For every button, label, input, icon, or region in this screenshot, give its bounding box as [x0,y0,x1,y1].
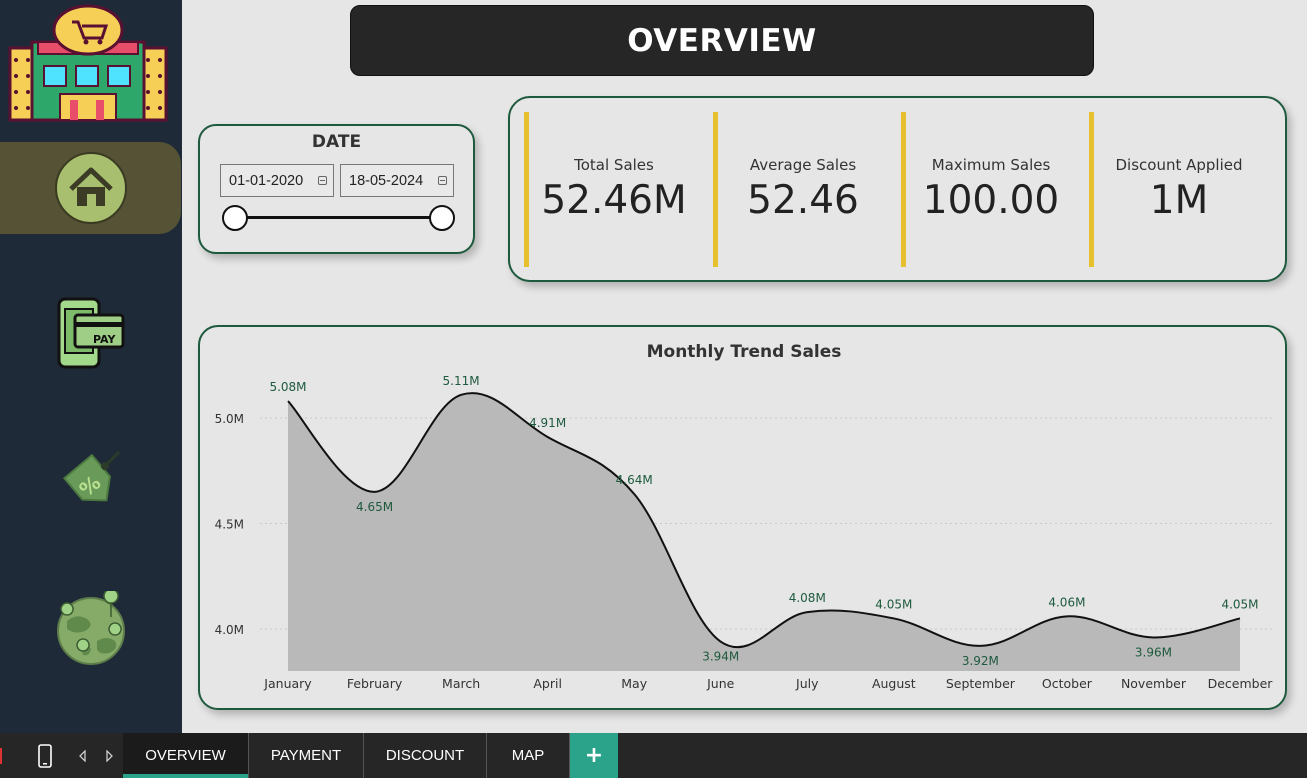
x-tick-label: December [1208,676,1274,691]
data-label: 5.11M [443,374,480,388]
monthly-trend-chart-card: Monthly Trend Sales 4.0M 4.5M 5.0M 5.08M 4.65… [198,325,1287,710]
date-range-end-handle[interactable] [429,205,455,231]
data-label: 4.65M [356,500,393,514]
x-tick-label: April [533,676,562,691]
store-logo-icon [8,4,168,122]
pay-badge: PAY [93,333,117,346]
sidebar-item-payment[interactable]: PAY [0,287,182,379]
data-label: 3.96M [1135,645,1172,659]
prev-page-icon[interactable] [72,733,94,778]
tab-discount[interactable]: DISCOUNT [364,733,487,778]
data-label: 3.92M [962,654,999,668]
calendar-icon[interactable] [318,176,327,185]
x-tick-label: February [347,676,403,691]
start-date-input[interactable]: 01-01-2020 [220,164,334,197]
x-tick-label: November [1121,676,1187,691]
kpi-label: Maximum Sales [931,156,1051,174]
date-range-start-handle[interactable] [222,205,248,231]
mobile-layout-icon[interactable] [30,733,60,778]
tab-bar-edge [0,733,8,778]
next-page-icon[interactable] [98,733,120,778]
x-tick-label: August [872,676,916,691]
x-tick-label: June [706,676,735,691]
x-tick-label: May [621,676,647,691]
kpi-maximum-sales: Maximum Sales 100.00 [901,112,1076,267]
kpi-value: 52.46 [747,178,859,223]
kpi-value: 100.00 [922,178,1060,223]
sidebar: PAY % [0,0,182,733]
kpi-value: 1M [1149,178,1209,223]
home-icon [54,152,127,224]
date-filter-title: DATE [311,132,362,152]
date-range-slider-track[interactable] [234,216,444,219]
data-label: 4.91M [529,416,566,430]
x-tick-label: July [795,676,819,691]
sidebar-item-home[interactable] [0,142,181,234]
data-label: 4.05M [1221,597,1258,611]
kpi-average-sales: Average Sales 52.46 [713,112,888,267]
data-label: 4.06M [1048,595,1085,609]
data-label: 5.08M [269,380,306,394]
x-tick-label: March [442,676,480,691]
tab-overview[interactable]: OVERVIEW [123,733,249,778]
sidebar-item-discount[interactable]: % [0,434,182,526]
page-title: OVERVIEW [627,22,817,59]
x-tick-label: October [1042,676,1093,691]
date-filter-card: DATE 01-01-2020 18-05-2024 [198,124,475,254]
start-date-value: 01-01-2020 [229,172,304,189]
tab-map[interactable]: MAP [487,733,570,778]
page-header: OVERVIEW [350,5,1094,76]
kpi-label: Discount Applied [1115,156,1243,174]
end-date-input[interactable]: 18-05-2024 [340,164,454,197]
kpi-discount-applied: Discount Applied 1M [1089,112,1264,267]
data-label: 4.08M [789,591,826,605]
kpi-label: Average Sales [749,156,857,174]
plus-icon: + [584,743,604,768]
x-tick-label: January [263,676,312,691]
sidebar-item-map[interactable] [0,583,182,675]
kpi-total-sales: Total Sales 52.46M [524,112,699,267]
kpi-value: 52.46M [541,178,687,223]
chart-title: Monthly Trend Sales [647,342,842,362]
payment-icon: PAY [57,297,125,369]
y-tick-label: 4.0M [215,623,244,637]
globe-map-icon [57,591,125,665]
end-date-value: 18-05-2024 [349,172,424,189]
y-tick-label: 5.0M [215,412,244,426]
data-label: 4.05M [875,597,912,611]
page-tab-bar: OVERVIEW PAYMENT DISCOUNT MAP + [0,733,1307,778]
area-fill [288,393,1240,671]
kpi-label: Total Sales [574,156,654,174]
monthly-trend-chart: Monthly Trend Sales 4.0M 4.5M 5.0M 5.08M 4.65… [215,342,1275,691]
discount-tag-icon: % [62,450,121,502]
data-label: 3.94M [702,650,739,664]
y-tick-label: 4.5M [215,518,244,532]
kpi-card: Total Sales 52.46M Average Sales 52.46 M… [508,96,1287,282]
add-page-button[interactable]: + [570,733,618,778]
data-label: 4.64M [616,473,653,487]
x-tick-label: September [946,676,1016,691]
tab-payment[interactable]: PAYMENT [249,733,364,778]
calendar-icon[interactable] [438,176,447,185]
